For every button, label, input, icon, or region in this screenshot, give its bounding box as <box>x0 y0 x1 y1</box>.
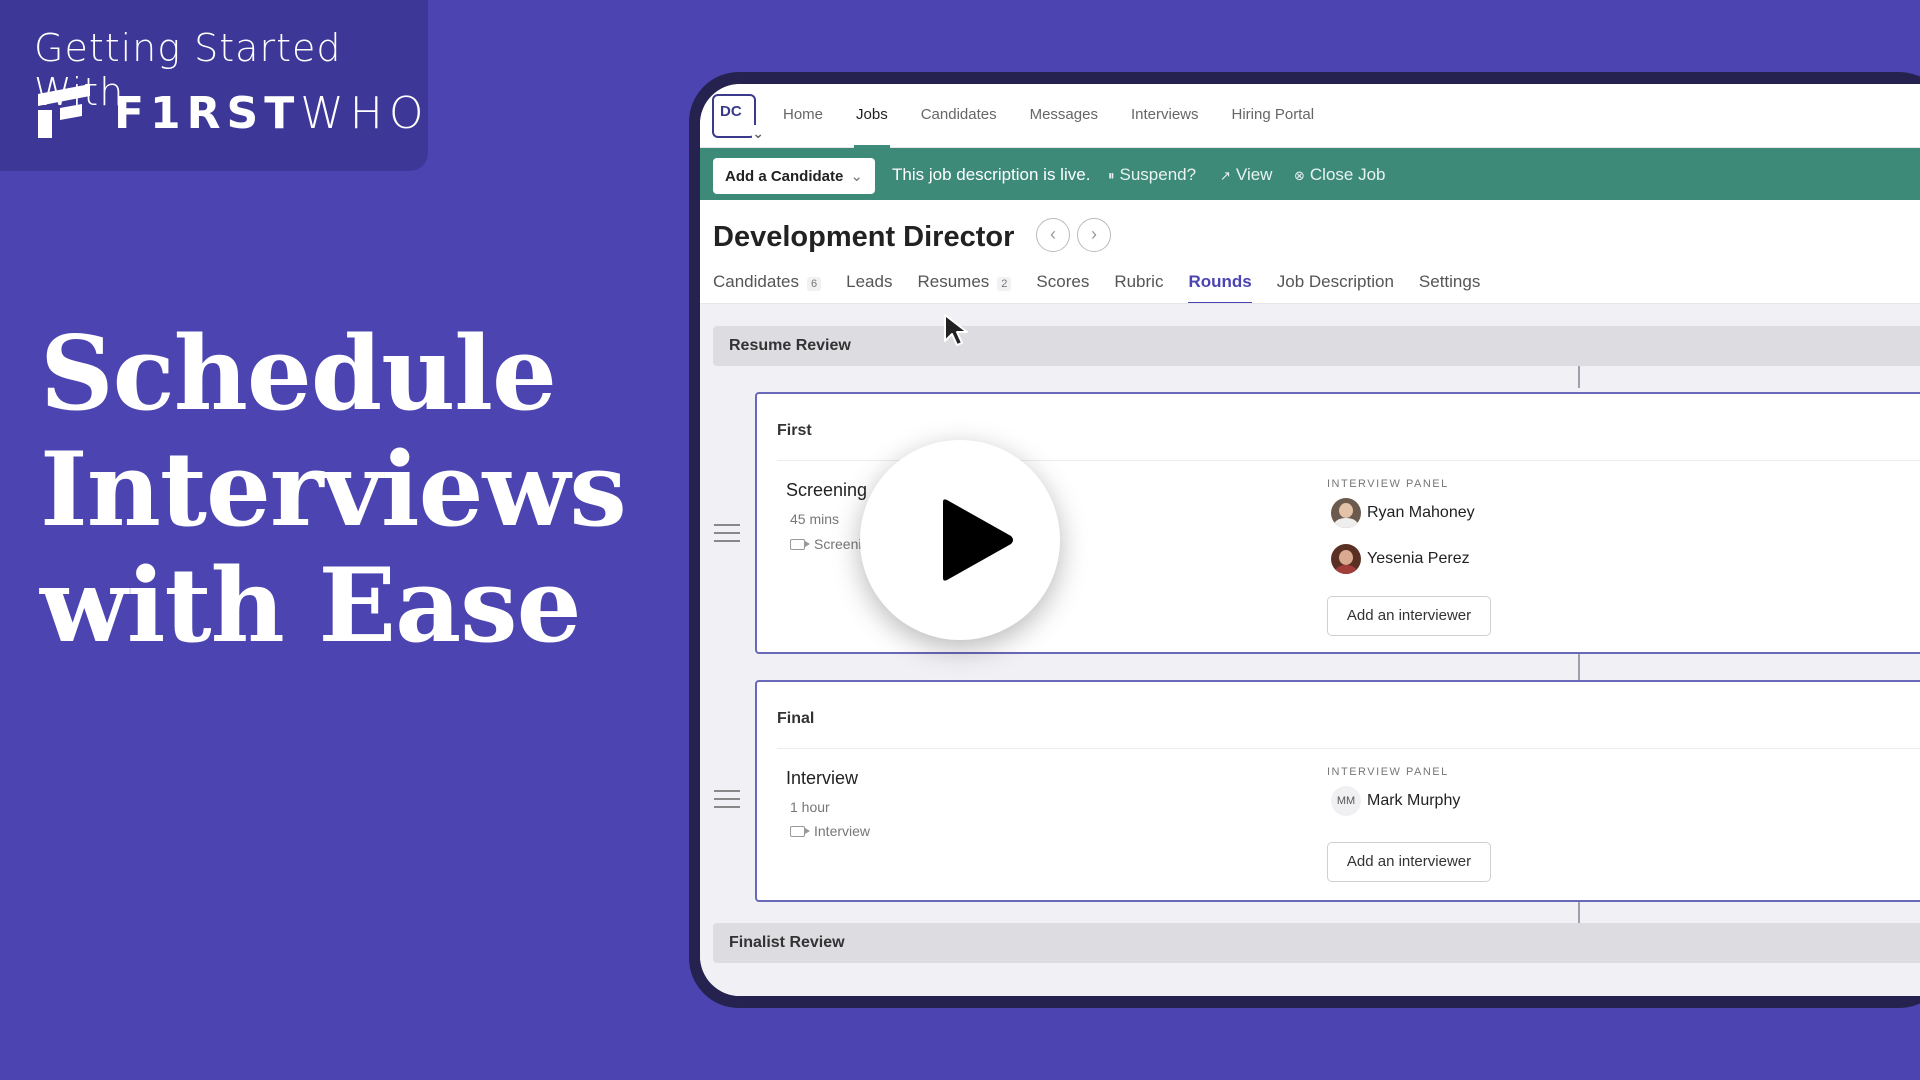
view-link[interactable]: ↗ View <box>1220 165 1272 185</box>
nav-home[interactable]: Home <box>783 106 823 123</box>
chevron-down-icon: ⌄ <box>752 125 764 142</box>
chevron-down-icon: ⌄ <box>850 168 863 185</box>
interview-duration: 1 hour <box>790 799 830 815</box>
video-camera-icon <box>790 539 810 550</box>
tab-rubric[interactable]: Rubric <box>1114 272 1163 292</box>
next-job-button[interactable]: › <box>1077 218 1111 252</box>
drag-handle-icon[interactable] <box>714 790 740 814</box>
tab-leads[interactable]: Leads <box>846 272 892 292</box>
tab-rounds[interactable]: Rounds <box>1188 272 1253 305</box>
interviewer-yesenia-perez[interactable]: Yesenia Perez <box>1331 544 1470 574</box>
mouse-pointer-icon <box>944 314 968 346</box>
job-live-bar: Add a Candidate ⌄ This job description i… <box>700 148 1920 200</box>
headline-line-1: Schedule <box>40 314 557 434</box>
interview-panel-label: INTERVIEW PANEL <box>1327 478 1449 490</box>
connector-line <box>1578 654 1580 680</box>
tab-resumes[interactable]: Resumes 2 <box>917 272 1012 292</box>
interview-type: Interview <box>790 823 870 839</box>
connector-line <box>1578 366 1580 388</box>
round-card-final: Final Interview 1 hour Interview INTERVI… <box>755 680 1920 902</box>
nav-candidates[interactable]: Candidates <box>921 106 997 123</box>
add-candidate-button[interactable]: Add a Candidate ⌄ <box>713 158 875 194</box>
job-tabs: Candidates 6 Leads Resumes 2 Scores Rubric… <box>713 272 1505 305</box>
round-name: First <box>777 422 812 439</box>
stage-finalist-review[interactable]: Finalist Review <box>713 923 1920 963</box>
suspend-link[interactable]: ⏸ Suspend? <box>1108 165 1196 185</box>
nav-links: Home Jobs Candidates Messages Interviews… <box>783 106 1347 148</box>
play-icon <box>943 499 1013 581</box>
tab-count: 2 <box>997 277 1012 291</box>
drag-handle-icon[interactable] <box>714 524 740 548</box>
tab-count: 6 <box>807 277 822 291</box>
brand-badge: Getting Started With F1RSTWHO <box>0 0 428 171</box>
brand-wordmark: F1RSTWHO <box>114 88 430 139</box>
top-nav: DC ⌄ Home Jobs Candidates Messages Inter… <box>700 84 1920 148</box>
headline-line-3: with Ease <box>40 546 582 666</box>
tab-job-description[interactable]: Job Description <box>1277 272 1394 292</box>
stage-resume-review[interactable]: Resume Review <box>713 326 1920 366</box>
firstwho-logo-icon <box>38 84 90 138</box>
job-title: Development Director <box>713 221 1015 253</box>
live-status-text: This job description is live. <box>892 165 1091 184</box>
org-initials: DC <box>720 103 742 120</box>
org-switcher[interactable]: DC ⌄ <box>712 94 764 142</box>
avatar <box>1331 498 1361 528</box>
nav-interviews[interactable]: Interviews <box>1131 106 1199 123</box>
avatar: MM <box>1331 786 1361 816</box>
nav-hiring-portal[interactable]: Hiring Portal <box>1232 106 1315 123</box>
avatar <box>1331 544 1361 574</box>
external-link-icon: ↗ <box>1220 168 1231 183</box>
play-video-button[interactable] <box>860 440 1060 640</box>
interviewer-mark-murphy[interactable]: MM Mark Murphy <box>1331 786 1460 816</box>
previous-job-button[interactable]: ‹ <box>1036 218 1070 252</box>
tab-candidates[interactable]: Candidates 6 <box>713 272 822 292</box>
nav-messages[interactable]: Messages <box>1030 106 1098 123</box>
interviewer-ryan-mahoney[interactable]: Ryan Mahoney <box>1331 498 1475 528</box>
divider <box>777 748 1920 749</box>
interview-name[interactable]: Interview <box>786 768 858 789</box>
headline-line-2: Interviews <box>40 430 627 550</box>
tab-scores[interactable]: Scores <box>1036 272 1089 292</box>
interview-panel-label: INTERVIEW PANEL <box>1327 766 1449 778</box>
add-interviewer-button[interactable]: Add an interviewer <box>1327 596 1491 636</box>
close-job-link[interactable]: ⊗ Close Job <box>1294 165 1386 185</box>
interview-name[interactable]: Screening <box>786 480 867 501</box>
add-interviewer-button[interactable]: Add an interviewer <box>1327 842 1491 882</box>
tab-settings[interactable]: Settings <box>1419 272 1480 292</box>
nav-jobs[interactable]: Jobs <box>854 106 890 148</box>
round-name: Final <box>777 710 815 727</box>
headline: Schedule Interviews with Ease <box>40 316 660 664</box>
add-candidate-label: Add a Candidate <box>725 168 844 185</box>
pause-circle-icon: ⏸ <box>1108 168 1115 183</box>
video-camera-icon <box>790 826 810 837</box>
interview-duration: 45 mins <box>790 511 840 527</box>
close-circle-icon: ⊗ <box>1294 168 1305 183</box>
